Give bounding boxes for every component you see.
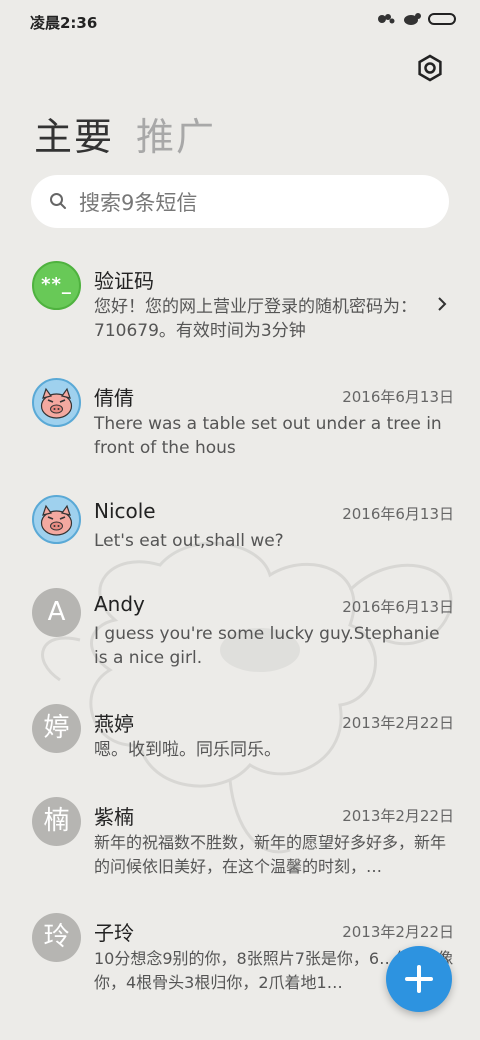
contact-name: Andy [94,592,145,616]
message-preview: 您好！您的网上营业厅登录的随机密码为：710679。有效时间为3分钟 [94,297,417,341]
contact-avatar [32,495,81,544]
contact-avatar: 楠 [32,797,81,846]
message-date: 2016年6月13日 [342,598,454,616]
message-preview: I guess you're some lucky guy.Stephanie … [94,624,440,668]
tab-primary[interactable]: 主要 [34,106,114,161]
contact-name: 验证码 [94,269,154,293]
message-row[interactable]: 婷 燕婷 2013年2月22日 嗯。收到啦。同乐同乐。 [0,684,480,777]
contact-name: 倩倩 [94,386,134,410]
contact-name: Nicole [94,499,156,523]
message-row[interactable]: **_ 验证码 您好！您的网上营业厅登录的随机密码为：710679。有效时间为3… [0,242,480,358]
pig-face-icon [40,504,73,536]
search-bar[interactable]: 搜索9条短信 [31,175,449,228]
message-date: 2016年6月13日 [342,505,454,523]
pig-face-icon [40,387,73,419]
message-list: **_ 验证码 您好！您的网上营业厅登录的随机密码为：710679。有效时间为3… [0,242,480,993]
contact-avatar: 婷 [32,704,81,753]
chevron-right-icon[interactable] [436,296,448,312]
contact-avatar: A [32,588,81,637]
contact-avatar: 玲 [32,913,81,962]
settings-icon[interactable] [416,54,444,82]
contact-avatar [32,378,81,427]
message-preview: 嗯。收到啦。同乐同乐。 [94,740,281,760]
contact-name: 紫楠 [94,805,134,829]
message-date: 2013年2月22日 [342,807,454,825]
message-row[interactable]: A Andy 2016年6月13日 I guess you're some lu… [0,568,480,684]
message-preview: There was a table set out under a tree i… [94,414,442,458]
plus-icon [417,965,421,993]
message-row[interactable]: Nicole 2016年6月13日 Let's eat out,shall we… [0,475,480,568]
message-preview: Let's eat out,shall we? [94,531,284,551]
app-notification-icon [404,13,421,25]
notification-icon [378,14,395,24]
search-icon [50,193,66,209]
new-message-button[interactable] [386,946,452,1012]
status-icons [376,12,456,26]
contact-avatar: **_ [32,261,81,310]
message-preview: 新年的祝福数不胜数，新年的愿望好多好多，新年的问候依旧美好，在这个温馨的时刻，… [94,833,447,876]
message-date: 2016年6月13日 [342,388,454,406]
tab-bar: 主要 推广 [34,106,216,161]
battery-icon [428,13,456,25]
contact-name: 燕婷 [94,712,134,736]
message-row[interactable]: 楠 紫楠 2013年2月22日 新年的祝福数不胜数，新年的愿望好多好多，新年的问… [0,777,480,893]
message-date: 2013年2月22日 [342,923,454,941]
search-placeholder: 搜索9条短信 [79,191,198,215]
message-date: 2013年2月22日 [342,714,454,732]
contact-name: 子玲 [94,921,134,945]
message-row[interactable]: 倩倩 2016年6月13日 There was a table set out … [0,358,480,475]
tab-promotions[interactable]: 推广 [136,106,216,161]
status-bar: 凌晨2:36 [0,0,480,44]
status-time: 凌晨2:36 [30,14,98,32]
